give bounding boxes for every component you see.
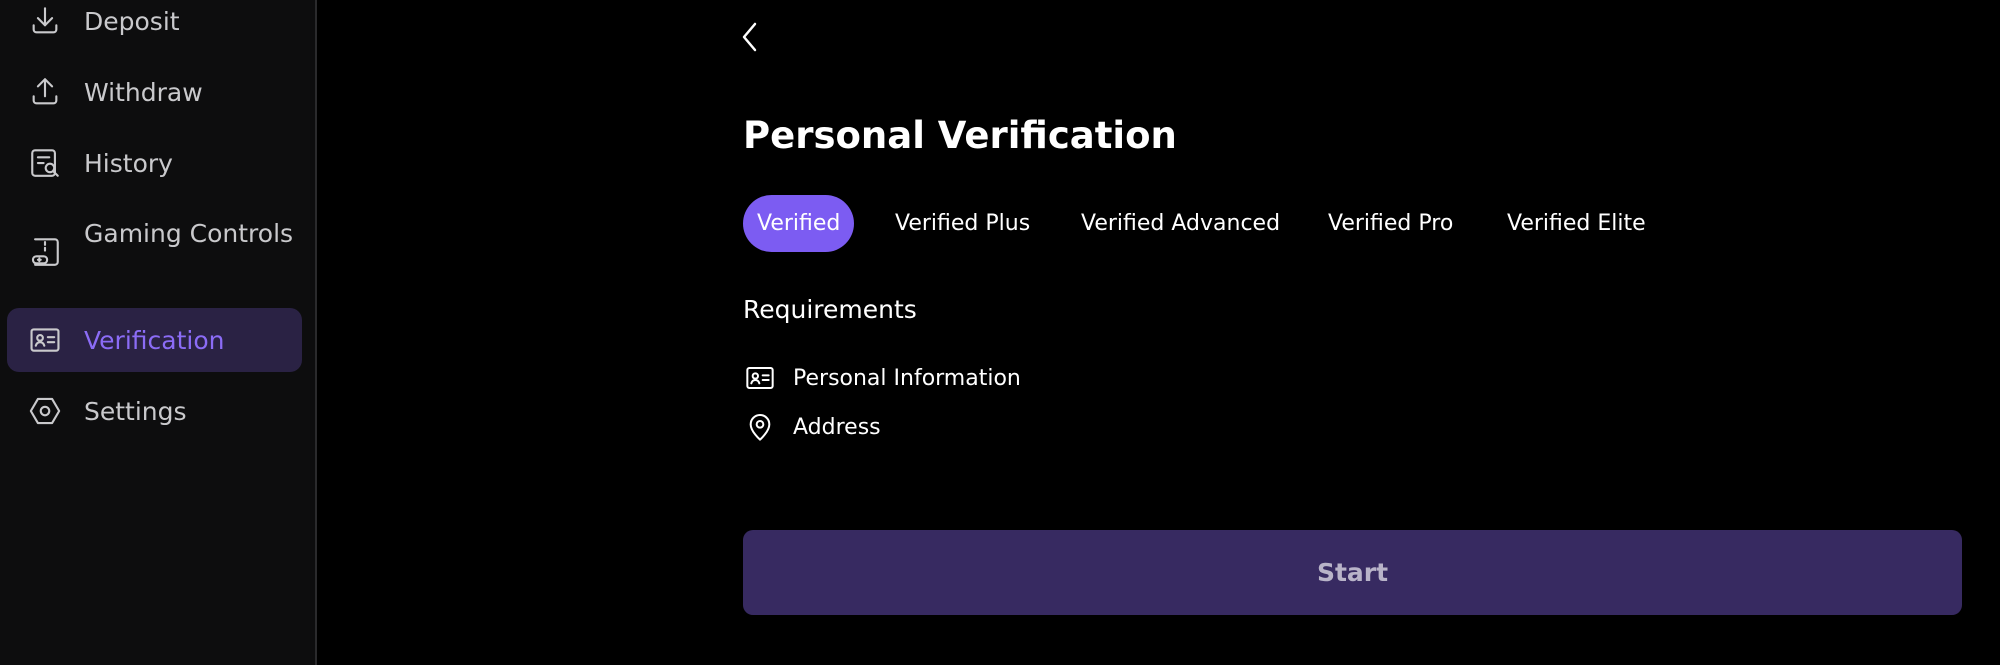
chevron-left-icon [742,22,757,52]
tab-verified-plus[interactable]: Verified Plus [895,195,1030,252]
sidebar-item-verification[interactable]: Verification [7,308,302,372]
sidebar-item-label: Verification [84,325,225,355]
sidebar-item-label: Withdraw [84,77,203,107]
page-title: Personal Verification [743,114,1177,157]
sidebar-item-settings[interactable]: Settings [7,393,302,429]
requirement-label: Address [793,414,881,440]
requirement-item: Address [743,409,881,445]
sidebar-item-label: History [84,148,173,178]
sidebar: Deposit Withdraw History Gaming Controls… [0,0,317,665]
sidebar-item-deposit[interactable]: Deposit [7,3,302,39]
id-card-icon [743,361,777,395]
id-card-icon [27,322,63,358]
back-button[interactable] [736,18,764,56]
upload-icon [27,74,63,110]
app: Deposit Withdraw History Gaming Controls… [0,0,2000,665]
location-pin-icon [743,410,777,444]
settings-icon [27,393,63,429]
start-button[interactable]: Start [743,530,1962,615]
sidebar-item-history[interactable]: History [7,145,302,181]
sidebar-item-label: Settings [84,396,187,426]
gamepad-icon [27,234,63,270]
sidebar-item-gaming-controls[interactable]: Gaming Controls [7,216,302,288]
tab-verified-advanced[interactable]: Verified Advanced [1081,195,1280,252]
sidebar-item-label: Gaming Controls [84,219,294,248]
requirements-heading: Requirements [743,295,917,324]
requirement-item: Personal Information [743,360,1021,396]
requirement-label: Personal Information [793,365,1021,391]
history-icon [27,145,63,181]
tab-verified-elite[interactable]: Verified Elite [1507,195,1646,252]
sidebar-item-label: Deposit [84,6,180,36]
download-icon [27,3,63,39]
sidebar-item-withdraw[interactable]: Withdraw [7,74,302,110]
tab-verified-pro[interactable]: Verified Pro [1328,195,1453,252]
tab-verified[interactable]: Verified [743,195,855,252]
